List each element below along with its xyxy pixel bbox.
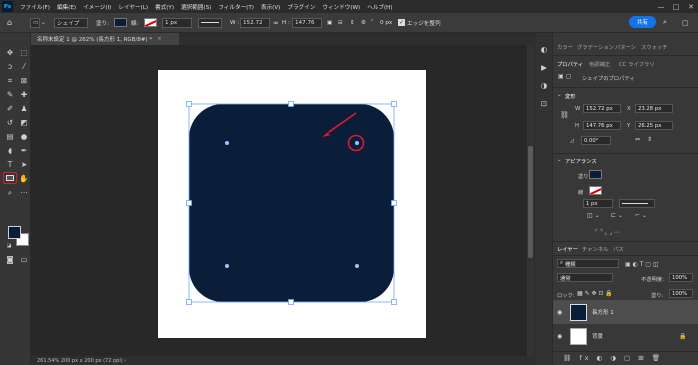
props-y-label: Y (627, 123, 631, 129)
foreground-color-swatch[interactable] (8, 226, 21, 239)
props-w-label: W (575, 106, 581, 112)
props-angle-input[interactable]: 0.00° (581, 136, 611, 145)
transform-handle[interactable] (288, 101, 294, 107)
search-icon: ⌕ (560, 260, 563, 266)
tab-patterns[interactable]: パターン (615, 43, 636, 51)
tab-swatches[interactable]: スウォッチ (641, 43, 668, 51)
transform-section-title: 変形 (565, 94, 576, 100)
panel-icon-strip: ◐ ▶ ◑ ⊡ (534, 33, 552, 365)
props-x-label: X (627, 106, 631, 112)
layer-name[interactable]: 背景 (592, 332, 603, 340)
flip-vertical-icon[interactable]: ⇕ (647, 136, 652, 143)
appearance-stroke-swatch[interactable] (589, 186, 602, 195)
props-width-input[interactable]: 152.72 px (583, 104, 621, 113)
lock-icons[interactable]: ▦ ✎ ✥ ⊡ 🔒 (577, 290, 613, 297)
tab-layers[interactable]: レイヤー (557, 245, 578, 253)
layer-kind-value: 種類 (564, 261, 576, 268)
layer-filter-select[interactable]: ⌕ 種類 (557, 259, 619, 268)
layer-filter-icons[interactable]: ▣ ◐ T ▢ ◫ (625, 261, 659, 268)
transform-handle[interactable] (391, 101, 397, 107)
lock-icon: 🔒 (679, 332, 687, 340)
visibility-eye-icon[interactable]: ◉ (557, 309, 562, 316)
link-icon[interactable]: ⛓ (560, 111, 569, 119)
layers-footer-icons[interactable]: ⛓ fx ◐ ◑ ▢ ⊞ 🗑 (563, 354, 663, 362)
chevron-down-icon[interactable]: ⌄ (557, 92, 561, 98)
transform-handle[interactable] (186, 101, 192, 107)
color-panel-icon[interactable]: ◐ (538, 45, 550, 55)
appearance-stroke-width[interactable]: 1 px (583, 199, 613, 208)
stroke-align-icon[interactable]: ◫ ⌄ (587, 212, 600, 219)
stroke-join-icon[interactable]: ⌐ ⌄ (635, 212, 647, 219)
chevron-down-icon[interactable]: ⌄ (557, 157, 561, 163)
appearance-fill-swatch[interactable] (589, 170, 602, 179)
tab-gradients[interactable]: グラデーション (577, 43, 614, 51)
layer-name[interactable]: 長方形 1 (592, 308, 614, 316)
tab-channels[interactable]: チャンネル (582, 245, 608, 253)
shape-properties-icon: ▣ ▢ (558, 73, 572, 80)
status-text: 261.54% 200 px x 200 px (72 ppi) › (37, 357, 127, 364)
properties-header: シェイプのプロパティ (582, 76, 635, 82)
visibility-eye-icon[interactable]: ◉ (557, 333, 562, 340)
corner-radius-widget[interactable] (355, 264, 359, 268)
lock-label: ロック: (557, 293, 575, 299)
appearance-section-title: アピアランス (565, 159, 597, 165)
corner-radius-widget[interactable] (355, 141, 359, 145)
layer-row-shape[interactable]: ◉ 長方形 1 (553, 300, 698, 324)
layer-thumbnail (570, 303, 587, 321)
rounded-rectangle-shape[interactable] (189, 104, 394, 302)
flip-horizontal-icon[interactable]: ⇔ (635, 136, 640, 143)
right-panel: カラー グラデーション パターン スウォッチ プロパティ 色調補正 CC ライブ… (552, 33, 698, 365)
props-h-label: H (575, 123, 579, 129)
stroke-cap-icon[interactable]: ⊏ ⌄ (611, 212, 623, 219)
rotate-icon: ◿ (570, 138, 575, 144)
properties-panel-icon[interactable]: ▶ (538, 63, 550, 73)
fill-opacity-input[interactable]: 100% (669, 289, 693, 298)
transform-handle[interactable] (391, 200, 397, 206)
layer-row-background[interactable]: ◉ 背景 🔒 (553, 324, 698, 348)
adjustments-panel-icon[interactable]: ◑ (538, 81, 550, 91)
layer-thumbnail (570, 327, 587, 345)
tab-color[interactable]: カラー (557, 43, 573, 51)
fill-opacity-label: 塗り: (651, 293, 664, 299)
libraries-panel-icon[interactable]: ⊡ (538, 99, 550, 109)
transform-handle[interactable] (186, 299, 192, 305)
transform-handle[interactable] (288, 299, 294, 305)
corner-icons[interactable]: ⌜ ⌝ ⌞ ⌟ ⋯ (595, 229, 620, 236)
opacity-input[interactable]: 100% (669, 273, 693, 282)
transform-handle[interactable] (391, 299, 397, 305)
corner-radius-widget[interactable] (225, 141, 229, 145)
tab-cc-libraries[interactable]: CC ライブラリ (619, 60, 655, 68)
tab-properties[interactable]: プロパティ (557, 60, 583, 68)
opacity-label: 不透明度: (641, 277, 664, 283)
scrollbar-thumb[interactable] (528, 146, 533, 258)
appearance-stroke-label: 線 (578, 190, 584, 196)
corner-radius-widget[interactable] (225, 264, 229, 268)
tab-paths[interactable]: パス (613, 245, 624, 253)
status-bar: 261.54% 200 px x 200 px (72 ppi) › (31, 356, 534, 365)
props-height-input[interactable]: 147.76 px (583, 121, 621, 130)
blend-mode-select[interactable]: 通常 (557, 273, 613, 282)
appearance-fill-label: 塗り (578, 174, 589, 180)
props-y-input[interactable]: 26.25 px (635, 121, 673, 130)
tab-adjustments[interactable]: 色調補正 (589, 60, 610, 68)
transform-handle[interactable] (186, 200, 192, 206)
props-x-input[interactable]: 23.28 px (635, 104, 673, 113)
appearance-stroke-type[interactable] (619, 199, 655, 208)
